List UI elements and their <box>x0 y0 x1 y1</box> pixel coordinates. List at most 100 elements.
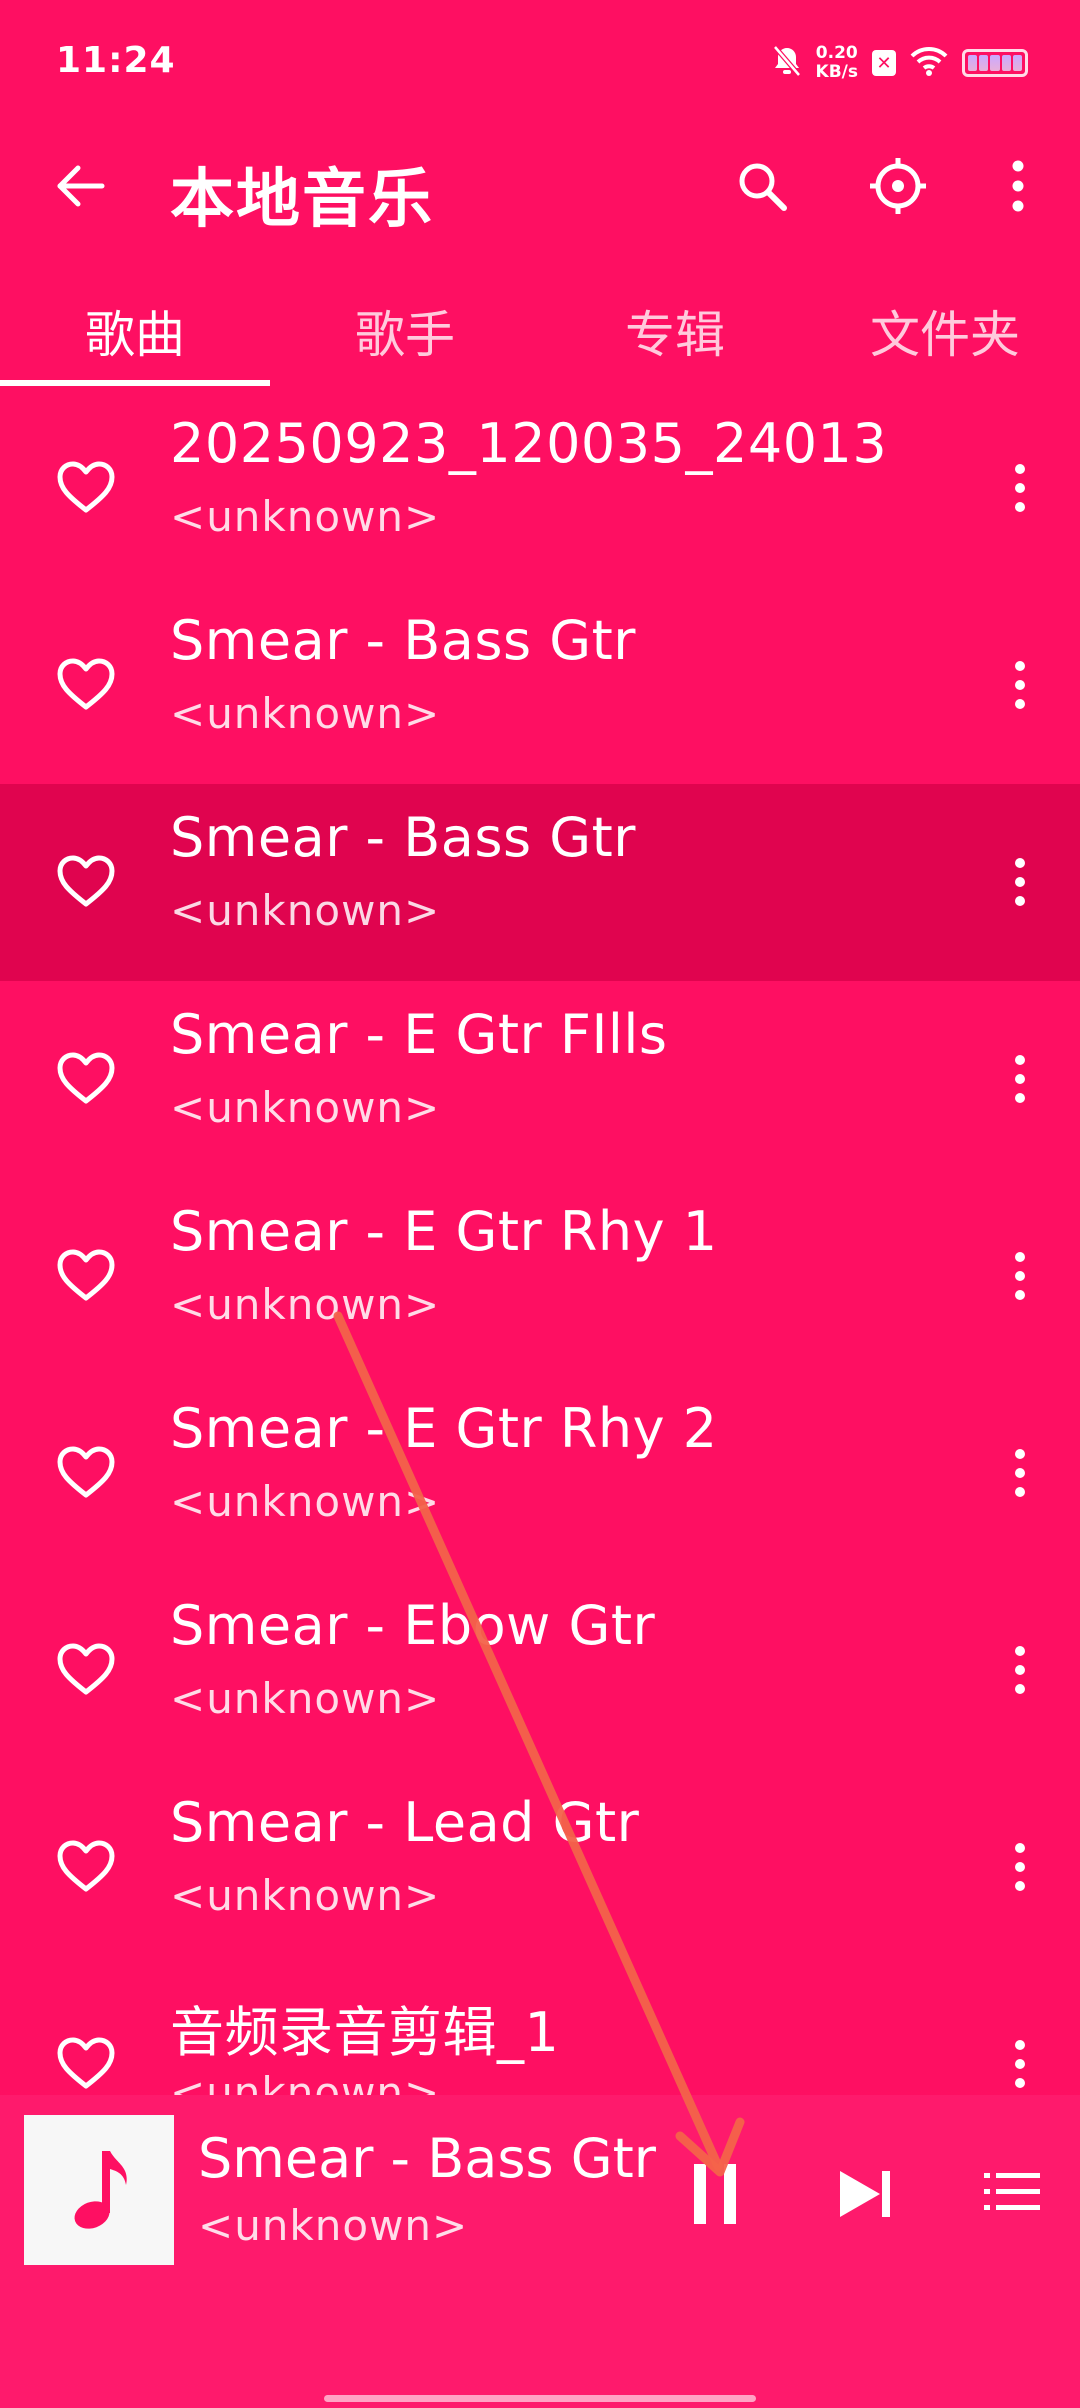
favorite-heart-button[interactable] <box>54 1835 118 1899</box>
network-speed-unit: KB/s <box>815 62 858 82</box>
status-time: 11:24 <box>56 40 176 81</box>
pause-icon <box>694 2164 706 2224</box>
battery-icon <box>962 49 1028 77</box>
favorite-heart-button[interactable] <box>54 1047 118 1111</box>
song-artist: <unknown> <box>170 1674 441 1723</box>
song-title: Smear - Bass Gtr <box>170 806 636 869</box>
song-title: Smear - Ebow Gtr <box>170 1594 656 1657</box>
heart-outline-icon <box>57 1840 115 1892</box>
song-title: Smear - E Gtr FIlls <box>170 1003 668 1066</box>
song-artist: <unknown> <box>170 1871 441 1920</box>
song-artist: <unknown> <box>170 492 441 541</box>
more-vertical-icon <box>1015 661 1025 671</box>
favorite-heart-button[interactable] <box>54 653 118 717</box>
song-artist: <unknown> <box>170 886 441 935</box>
heart-outline-icon <box>57 1643 115 1695</box>
song-artist: <unknown> <box>170 2068 441 2095</box>
tab-indicator <box>0 380 270 386</box>
song-row[interactable]: Smear - E Gtr Rhy 1 <unknown> <box>0 1178 1080 1375</box>
pause-button[interactable] <box>680 2159 750 2229</box>
home-indicator[interactable] <box>324 2395 756 2402</box>
song-title: Smear - Bass Gtr <box>170 609 636 672</box>
favorite-heart-button[interactable] <box>54 1441 118 1505</box>
favorite-heart-button[interactable] <box>54 1244 118 1308</box>
more-vertical-icon <box>1015 1055 1025 1065</box>
favorite-heart-button[interactable] <box>54 456 118 520</box>
song-title: Smear - E Gtr Rhy 1 <box>170 1200 718 1263</box>
status-icons: 0.20 KB/s ✕ <box>772 40 1028 86</box>
more-vertical-icon <box>1015 1843 1025 1853</box>
song-artist: <unknown> <box>170 1477 441 1526</box>
now-playing-artist: <unknown> <box>198 2201 469 2250</box>
queue-list-icon <box>984 2173 1040 2210</box>
skip-next-icon <box>840 2171 890 2217</box>
more-vertical-icon <box>1012 160 1024 212</box>
now-playing-title: Smear - Bass Gtr <box>198 2127 656 2190</box>
skip-next-button[interactable] <box>830 2159 900 2229</box>
heart-outline-icon <box>57 1249 115 1301</box>
song-more-button[interactable] <box>1000 2032 1040 2095</box>
song-row[interactable]: Smear - Bass Gtr <unknown> <box>0 784 1080 981</box>
play-queue-button[interactable] <box>980 2159 1044 2223</box>
more-vertical-icon <box>1015 1252 1025 1262</box>
more-vertical-icon <box>1015 464 1025 474</box>
song-row[interactable]: Smear - E Gtr FIlls <unknown> <box>0 981 1080 1178</box>
more-vertical-icon <box>1015 2040 1025 2050</box>
song-artist: <unknown> <box>170 1083 441 1132</box>
status-bar: 11:24 0.20 KB/s ✕ <box>0 0 1080 126</box>
song-title: 音频录音剪辑_1 <box>170 2001 560 2064</box>
tab-artists[interactable]: 歌手 <box>270 290 540 380</box>
sim-x-icon: ✕ <box>872 50 896 76</box>
mini-player[interactable]: Smear - Bass Gtr <unknown> <box>0 2095 1080 2408</box>
tab-bar: 歌曲 歌手 专辑 文件夹 <box>0 290 1080 390</box>
back-arrow-icon <box>57 165 105 207</box>
song-row[interactable]: Smear - Lead Gtr <unknown> <box>0 1769 1080 1966</box>
song-title: Smear - E Gtr Rhy 2 <box>170 1397 718 1460</box>
page-title: 本地音乐 <box>170 163 434 237</box>
song-row[interactable]: Smear - Bass Gtr <unknown> <box>0 587 1080 784</box>
song-more-button[interactable] <box>1000 1441 1040 1505</box>
favorite-heart-button[interactable] <box>54 1638 118 1702</box>
music-note-icon <box>74 2151 127 2229</box>
song-artist: <unknown> <box>170 1280 441 1329</box>
back-button[interactable] <box>48 154 112 218</box>
app-bar: 本地音乐 <box>0 126 1080 246</box>
song-row[interactable]: Smear - E Gtr Rhy 2 <unknown> <box>0 1375 1080 1572</box>
wifi-icon <box>910 46 948 80</box>
network-speed-value: 0.20 <box>815 43 858 63</box>
more-vertical-icon <box>1015 1449 1025 1459</box>
song-more-button[interactable] <box>1000 850 1040 914</box>
heart-outline-icon <box>57 461 115 513</box>
search-button[interactable] <box>730 154 794 218</box>
heart-outline-icon <box>57 2037 115 2089</box>
album-art[interactable] <box>24 2115 174 2265</box>
song-more-button[interactable] <box>1000 1244 1040 1308</box>
song-more-button[interactable] <box>1000 1047 1040 1111</box>
heart-outline-icon <box>57 1446 115 1498</box>
heart-outline-icon <box>57 658 115 710</box>
tab-folders[interactable]: 文件夹 <box>810 290 1080 380</box>
song-more-button[interactable] <box>1000 653 1040 717</box>
heart-outline-icon <box>57 855 115 907</box>
song-title: 20250923_120035_24013 <box>170 412 888 475</box>
song-more-button[interactable] <box>1000 1835 1040 1899</box>
tab-songs[interactable]: 歌曲 <box>0 290 270 380</box>
locate-current-button[interactable] <box>866 154 930 218</box>
song-row[interactable]: 20250923_120035_24013 <unknown> <box>0 390 1080 587</box>
favorite-heart-button[interactable] <box>54 850 118 914</box>
favorite-heart-button[interactable] <box>54 2032 118 2095</box>
more-vertical-icon <box>1015 858 1025 868</box>
heart-outline-icon <box>57 1052 115 1104</box>
more-vertical-icon <box>1015 1646 1025 1656</box>
song-more-button[interactable] <box>1000 456 1040 520</box>
search-icon <box>739 163 787 211</box>
more-options-button[interactable] <box>986 154 1050 218</box>
tab-albums[interactable]: 专辑 <box>540 290 810 380</box>
network-speed: 0.20 KB/s <box>816 44 858 82</box>
song-artist: <unknown> <box>170 689 441 738</box>
song-list[interactable]: 20250923_120035_24013 <unknown> Smear - Ba… <box>0 390 1080 2095</box>
song-more-button[interactable] <box>1000 1638 1040 1702</box>
song-row[interactable]: 音频录音剪辑_1 <unknown> <box>0 1966 1080 2095</box>
song-row[interactable]: Smear - Ebow Gtr <unknown> <box>0 1572 1080 1769</box>
mute-bell-icon <box>772 45 802 81</box>
